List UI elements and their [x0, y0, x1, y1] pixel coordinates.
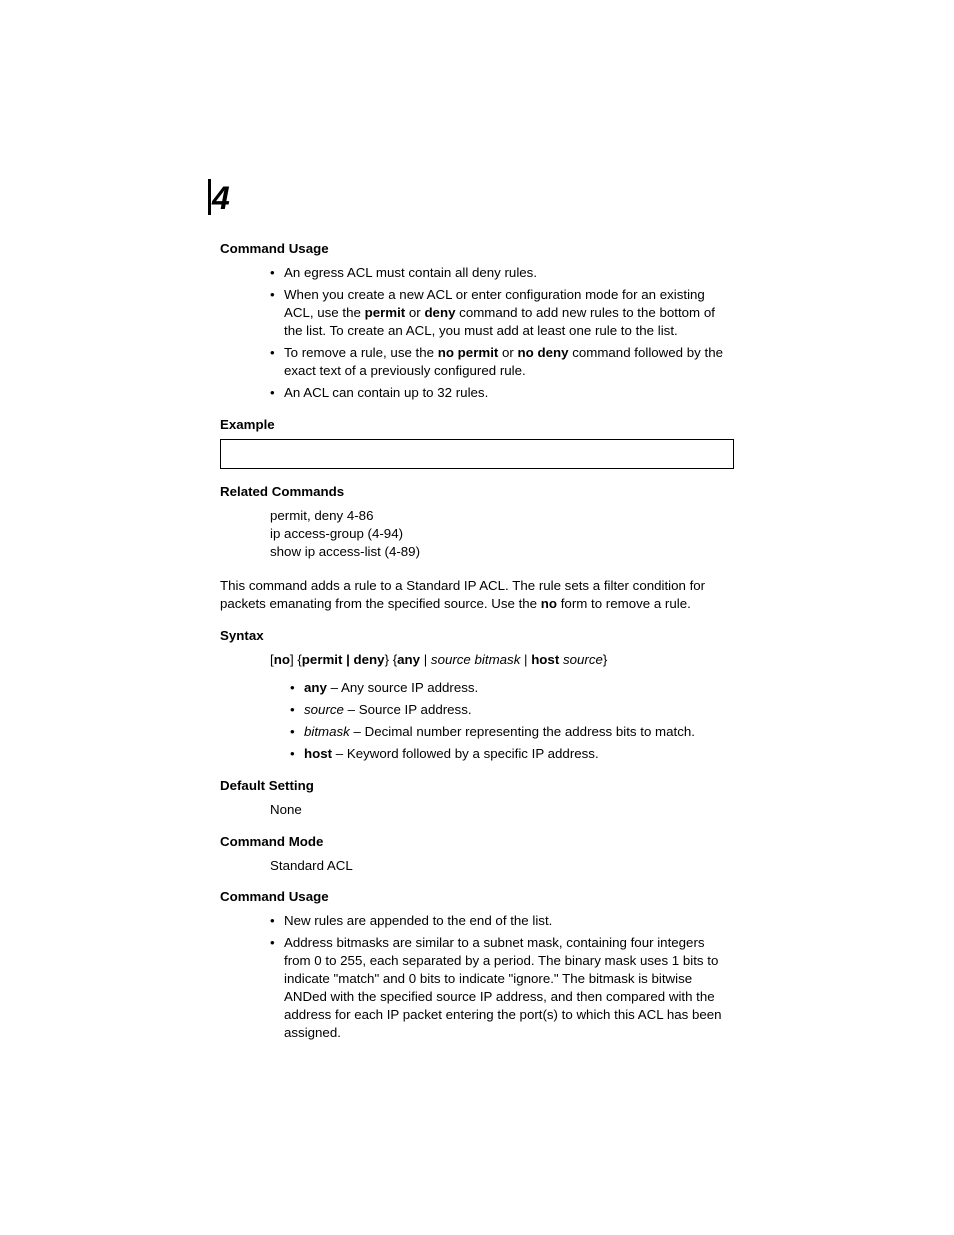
text: – Any source IP address.: [327, 680, 478, 695]
command-description: This command adds a rule to a Standard I…: [220, 577, 734, 613]
text: ] {: [290, 652, 302, 667]
related-command-item: show ip access-list (4-89): [270, 543, 734, 561]
text: }: [603, 652, 607, 667]
param-source: source: [563, 652, 603, 667]
related-command-item: permit, deny 4-86: [270, 507, 734, 525]
keyword-permit: permit: [365, 305, 406, 320]
list-item: To remove a rule, use the no permit or n…: [270, 344, 734, 380]
param-bitmask: bitmask: [304, 724, 350, 739]
keyword-deny: deny: [424, 305, 455, 320]
keyword-host: host: [304, 746, 332, 761]
list-item: New rules are appended to the end of the…: [270, 912, 734, 930]
keyword-any: any: [397, 652, 420, 667]
command-mode-value: Standard ACL: [270, 857, 734, 875]
text: or: [498, 345, 517, 360]
related-command-item: ip access-group (4-94): [270, 525, 734, 543]
text: – Source IP address.: [344, 702, 472, 717]
keyword-no-permit: no permit: [438, 345, 499, 360]
heading-syntax: Syntax: [220, 627, 734, 645]
default-setting-value: None: [270, 801, 734, 819]
keyword-permit-deny: permit | deny: [302, 652, 385, 667]
page-content: Command Usage An egress ACL must contain…: [220, 240, 734, 1042]
text: |: [420, 652, 431, 667]
heading-example: Example: [220, 416, 734, 434]
heading-command-usage-2: Command Usage: [220, 888, 734, 906]
heading-default-setting: Default Setting: [220, 777, 734, 795]
keyword-no: no: [274, 652, 290, 667]
heading-command-mode: Command Mode: [220, 833, 734, 851]
keyword-any: any: [304, 680, 327, 695]
param-source: source: [304, 702, 344, 717]
list-item: host – Keyword followed by a specific IP…: [290, 745, 734, 763]
command-usage-list-2: New rules are appended to the end of the…: [270, 912, 734, 1042]
keyword-no: no: [541, 596, 557, 611]
text: – Decimal number representing the addres…: [350, 724, 695, 739]
heading-command-usage-1: Command Usage: [220, 240, 734, 258]
text: or: [405, 305, 424, 320]
text: form to remove a rule.: [557, 596, 691, 611]
text: To remove a rule, use the: [284, 345, 438, 360]
text: |: [520, 652, 531, 667]
keyword-no-deny: no deny: [518, 345, 569, 360]
list-item: When you create a new ACL or enter confi…: [270, 286, 734, 340]
list-item: any – Any source IP address.: [290, 679, 734, 697]
list-item: An ACL can contain up to 32 rules.: [270, 384, 734, 402]
syntax-line: [no] {permit | deny} {any | source bitma…: [270, 651, 734, 669]
text: } {: [385, 652, 398, 667]
list-item: Address bitmasks are similar to a subnet…: [270, 934, 734, 1042]
list-item: source – Source IP address.: [290, 701, 734, 719]
list-item: bitmask – Decimal number representing th…: [290, 723, 734, 741]
related-commands-list: permit, deny 4-86 ip access-group (4-94)…: [270, 507, 734, 561]
command-usage-list-1: An egress ACL must contain all deny rule…: [270, 264, 734, 402]
syntax-params-list: any – Any source IP address. source – So…: [290, 679, 734, 763]
example-box: [220, 439, 734, 469]
heading-related-commands: Related Commands: [220, 483, 734, 501]
chapter-number: 4: [208, 180, 228, 219]
list-item: An egress ACL must contain all deny rule…: [270, 264, 734, 282]
param-source-bitmask: source bitmask: [431, 652, 520, 667]
text: – Keyword followed by a specific IP addr…: [332, 746, 599, 761]
keyword-host: host: [531, 652, 559, 667]
